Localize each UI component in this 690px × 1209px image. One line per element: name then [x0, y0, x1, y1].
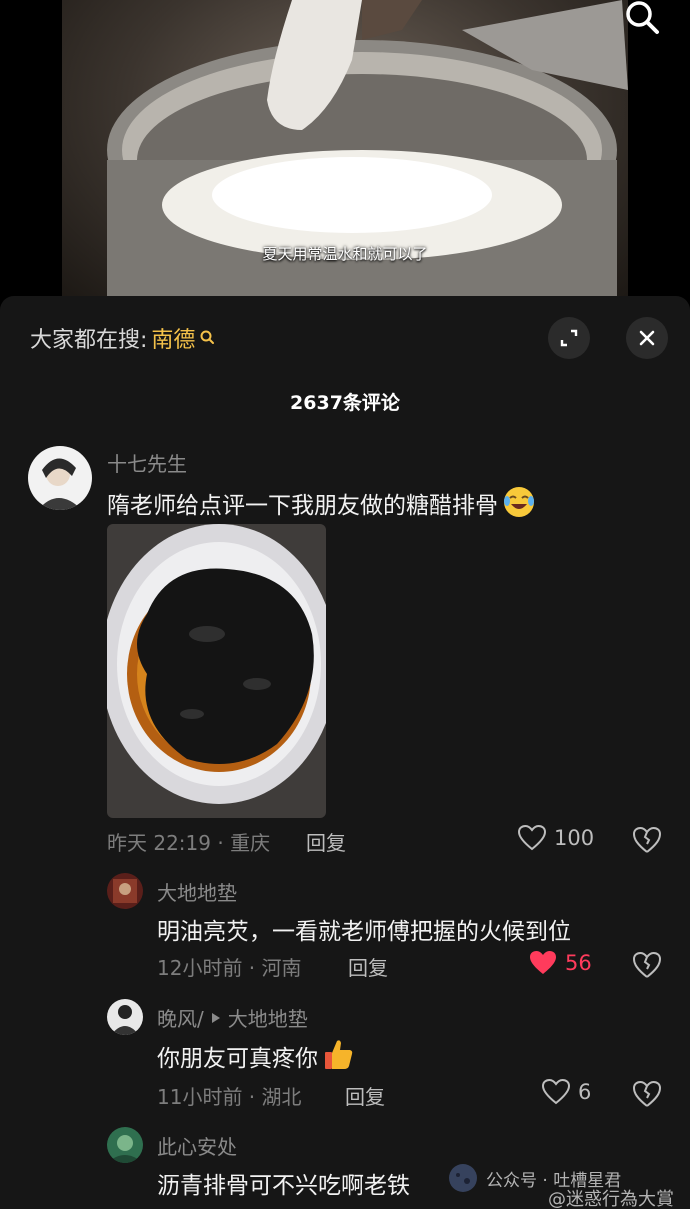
hot-search-prefix: 大家都在搜: — [30, 328, 148, 353]
video-frame[interactable]: 夏天用常温水和就可以了 — [62, 0, 628, 300]
avatar-image — [107, 873, 143, 909]
reply-button[interactable]: 回复 — [345, 1081, 385, 1110]
avatar[interactable] — [107, 999, 143, 1035]
like-button[interactable]: 6 — [542, 1079, 591, 1105]
comment-text: 隋老师给点评一下我朋友做的糖醋排骨 — [107, 485, 536, 520]
reply-button[interactable]: 回复 — [306, 827, 346, 856]
broken-heart-icon — [632, 1080, 662, 1107]
search-button[interactable] — [620, 0, 664, 36]
reply-button[interactable]: 回复 — [348, 952, 388, 981]
like-count: 6 — [578, 1080, 592, 1104]
watermark-weibo: @迷惑行為大賞 — [548, 1189, 674, 1209]
comment-username[interactable]: 此心安处 — [157, 1131, 237, 1160]
dislike-button[interactable] — [632, 951, 662, 979]
weibo-watermark: @迷惑行為大賞 — [548, 1185, 674, 1209]
close-button[interactable] — [626, 317, 668, 359]
search-small-icon — [200, 330, 215, 344]
heart-filled-icon — [530, 951, 556, 974]
comment-meta: 昨天 22:19 · 重庆 — [107, 831, 271, 855]
avatar-image — [28, 446, 92, 510]
play-arrow-icon — [211, 1012, 220, 1023]
comment-panel: 大家都在搜: 南德 2637条评论 十七先生 隋老师给点评一下我朋友做的糖醋排骨 — [0, 296, 690, 1209]
broken-heart-icon — [632, 826, 662, 853]
dislike-button[interactable] — [632, 1080, 662, 1108]
dislike-button[interactable] — [632, 826, 662, 854]
like-count: 56 — [565, 951, 592, 975]
comment-text: 沥青排骨可不兴吃啊老铁 — [157, 1173, 410, 1199]
search-icon — [626, 1, 659, 34]
comment-text-body: 你朋友可真疼你 — [157, 1046, 318, 1072]
comment-image[interactable] — [107, 524, 326, 818]
like-button[interactable]: 56 — [529, 950, 592, 976]
avatar[interactable] — [107, 1127, 143, 1163]
like-count: 100 — [554, 826, 595, 850]
comment-text-body: 隋老师给点评一下我朋友做的糖醋排骨 — [107, 493, 498, 519]
close-icon — [639, 330, 655, 346]
heart-icon — [518, 825, 546, 851]
video-subtitle: 夏天用常温水和就可以了 — [262, 245, 428, 263]
comment-meta: 12小时前 · 河南 — [157, 956, 302, 980]
comment-count: 2637条评论 — [290, 392, 400, 414]
reply-target[interactable]: 大地地垫 — [228, 1003, 308, 1032]
avatar-image — [107, 999, 143, 1035]
comment-username[interactable]: 大地地垫 — [157, 877, 237, 906]
heart-icon — [542, 1079, 570, 1105]
hot-search-bar[interactable]: 大家都在搜: 南德 — [30, 322, 217, 354]
comment-meta: 11小时前 · 湖北 — [157, 1085, 302, 1109]
comment-username[interactable]: 晚风/ 大地地垫 — [157, 1003, 308, 1032]
like-button[interactable]: 100 — [518, 825, 594, 851]
reply-via: 晚风/ 大地地垫 — [157, 1003, 308, 1032]
comment-text: 明油亮芡，一看就老师傅把握的火候到位 — [157, 919, 571, 945]
thumbs-up-emoji — [325, 1040, 353, 1069]
video-player[interactable]: 夏天用常温水和就可以了 — [0, 0, 690, 300]
moon-face-emoji — [449, 1164, 477, 1192]
avatar-image — [107, 1127, 143, 1163]
comment-photo — [107, 524, 326, 818]
crying-laughing-emoji — [504, 487, 534, 517]
comment-text: 你朋友可真疼你 — [157, 1038, 356, 1073]
hot-search-keyword[interactable]: 南德 — [151, 322, 195, 354]
comment-username[interactable]: 十七先生 — [107, 448, 187, 477]
expand-icon — [560, 329, 578, 347]
expand-button[interactable] — [548, 317, 590, 359]
broken-heart-icon — [632, 951, 662, 978]
avatar[interactable] — [107, 873, 143, 909]
reply-author[interactable]: 晚风/ — [157, 1003, 204, 1032]
avatar[interactable] — [28, 446, 92, 510]
